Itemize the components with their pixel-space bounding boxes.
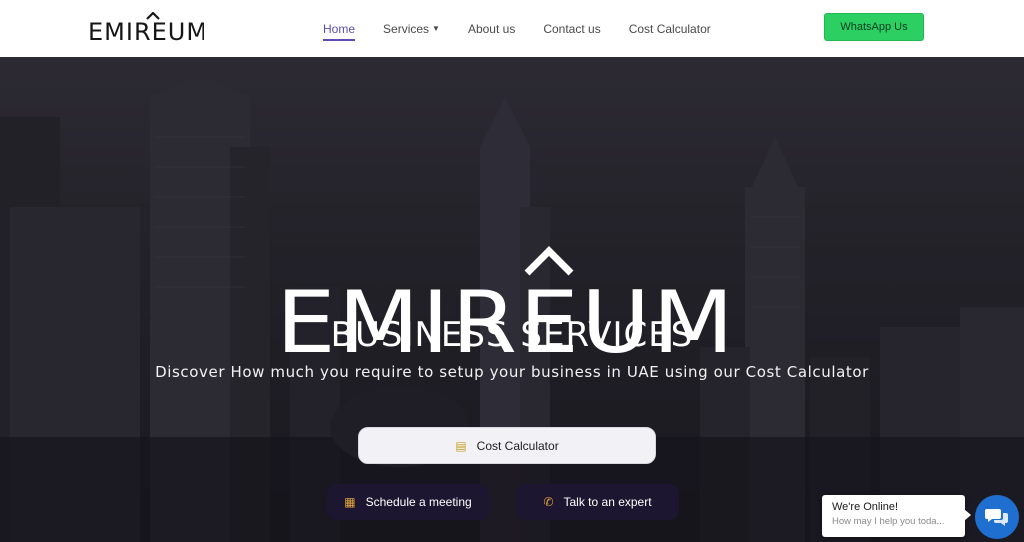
hero-section: EMIREUM BUSINESS SERVICES Discover How m… bbox=[0, 57, 1024, 542]
chat-title: We're Online! bbox=[832, 501, 899, 513]
nav-home-label: Home bbox=[323, 21, 356, 36]
nav-about[interactable]: About us bbox=[468, 22, 515, 36]
phone-icon: ✆ bbox=[543, 495, 554, 509]
talk-to-expert-button[interactable]: ✆ Talk to an expert bbox=[516, 484, 679, 520]
nav-contact-label: Contact us bbox=[543, 21, 601, 36]
chat-greeting[interactable]: We're Online! How may I help you toda... bbox=[822, 495, 971, 537]
schedule-meeting-button[interactable]: ▦ Schedule a meeting bbox=[327, 484, 489, 520]
whatsapp-button[interactable]: WhatsApp Us bbox=[824, 13, 924, 41]
chevron-down-icon: ▼ bbox=[432, 24, 440, 33]
schedule-meeting-label: Schedule a meeting bbox=[365, 495, 472, 509]
calendar-icon: ▦ bbox=[344, 495, 356, 509]
nav-home[interactable]: Home bbox=[323, 21, 356, 41]
chat-bubbles-icon bbox=[985, 509, 1008, 526]
hero-tagline: Discover How much you require to setup y… bbox=[155, 363, 869, 381]
nav-services[interactable]: Services ▼ bbox=[383, 22, 440, 36]
cost-calculator-label: Cost Calculator bbox=[476, 438, 559, 453]
header-logo[interactable]: EMIREUM bbox=[88, 12, 204, 44]
emireum-logo-icon: EMIREUM bbox=[88, 12, 204, 44]
cost-calculator-button[interactable]: ▤ Cost Calculator bbox=[358, 427, 656, 464]
hero-subtitle: BUSINESS SERVICES bbox=[330, 315, 694, 355]
talk-to-expert-label: Talk to an expert bbox=[563, 495, 652, 509]
nav-cost-calculator-label: Cost Calculator bbox=[628, 21, 711, 36]
coins-icon: ▤ bbox=[455, 438, 467, 453]
chat-launcher-button[interactable] bbox=[975, 495, 1019, 539]
site-header: EMIREUM Home Services ▼ About us Contact … bbox=[0, 0, 1024, 57]
nav-contact[interactable]: Contact us bbox=[543, 22, 600, 36]
nav-about-label: About us bbox=[467, 21, 516, 36]
logo-text: EMIREUM bbox=[88, 18, 204, 44]
main-nav: Home Services ▼ About us Contact us Cost … bbox=[323, 0, 739, 57]
chat-subtitle: How may I help you toda... bbox=[832, 516, 945, 527]
nav-services-label: Services bbox=[383, 21, 430, 36]
nav-cost-calculator[interactable]: Cost Calculator bbox=[629, 22, 711, 36]
